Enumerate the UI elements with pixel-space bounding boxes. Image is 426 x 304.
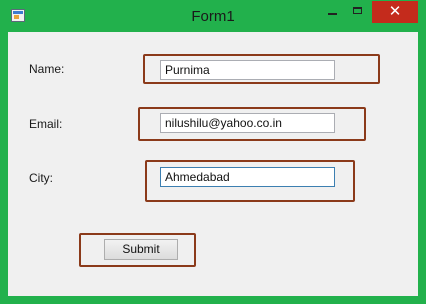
title-bar[interactable]: Form1 ✕ — [0, 0, 426, 32]
name-field[interactable]: Purnima — [160, 60, 335, 80]
maximize-button[interactable] — [340, 1, 376, 23]
city-field[interactable]: Ahmedabad — [160, 167, 335, 187]
maximize-icon — [353, 7, 362, 14]
name-label: Name: — [29, 62, 65, 76]
minimize-icon — [328, 13, 337, 15]
email-label: Email: — [29, 117, 63, 131]
submit-button[interactable]: Submit — [104, 239, 178, 260]
close-icon: ✕ — [388, 3, 402, 20]
city-label: City: — [29, 171, 53, 185]
app-window: Form1 ✕ Name: Purnima Email: nilushilu@y… — [0, 0, 426, 304]
close-button[interactable]: ✕ — [372, 1, 418, 23]
email-field[interactable]: nilushilu@yahoo.co.in — [160, 113, 335, 133]
